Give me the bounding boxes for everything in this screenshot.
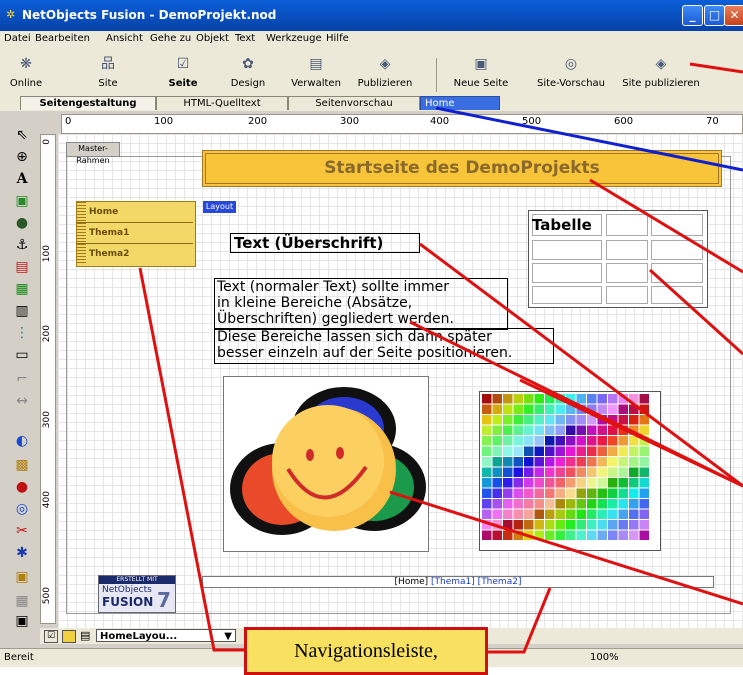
annotation-arrows	[138, 62, 743, 654]
application-window: ✲ NetObjects Fusion - DemoProjekt.nod _ …	[0, 0, 743, 675]
annotation-callout: Navigationsleiste,	[244, 627, 488, 675]
